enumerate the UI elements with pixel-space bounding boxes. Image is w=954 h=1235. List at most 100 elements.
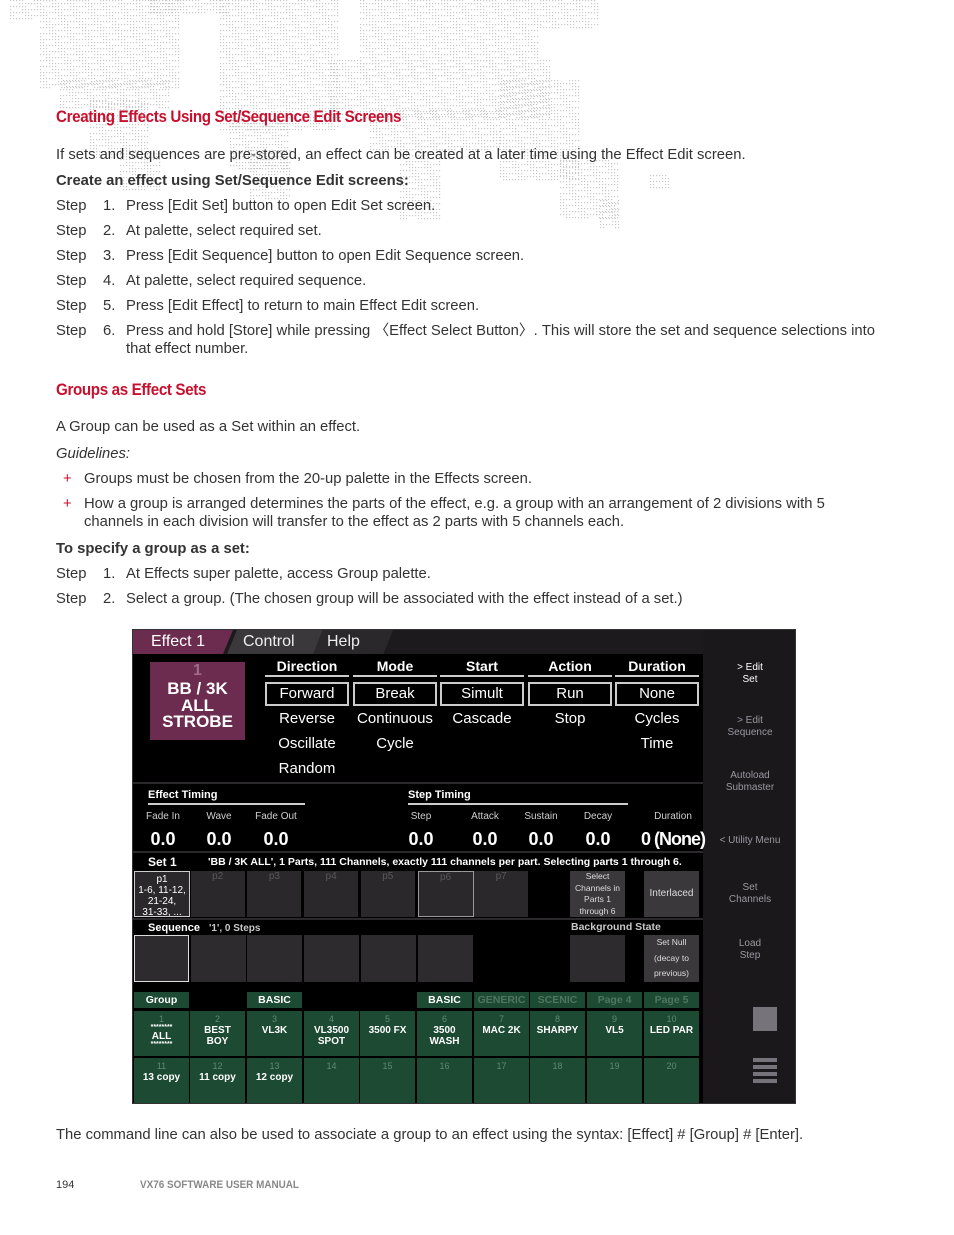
list-view-icon[interactable] [753, 1058, 777, 1086]
palette-tab[interactable]: Page 5 [644, 992, 699, 1008]
tab-control[interactable]: Control [227, 630, 327, 654]
sequence-step-cell[interactable] [417, 935, 473, 982]
menu-item[interactable]: Load Step [703, 938, 795, 962]
single-view-icon[interactable] [753, 1007, 777, 1031]
divider [133, 918, 703, 920]
group-number: 19 [609, 1061, 620, 1071]
menu-item[interactable]: Autoload Submaster [703, 770, 795, 794]
menu-item[interactable]: > Edit Set [703, 662, 795, 686]
option-item[interactable]: Continuous [353, 706, 437, 731]
group-name-line2: WASH [429, 1036, 460, 1047]
option-item[interactable]: Reverse [265, 706, 349, 731]
sequence-step-cell[interactable] [360, 935, 416, 982]
part-name: p3 [268, 871, 280, 882]
group-cell[interactable]: 2 BEST BOY [190, 1011, 245, 1056]
palette-tab[interactable]: BASIC [417, 992, 472, 1008]
set-part-cell[interactable]: p3 [247, 871, 304, 917]
set-part-cell[interactable]: p7 [474, 871, 531, 917]
menu-item[interactable]: < Utility Menu [703, 835, 795, 847]
background-state-cell[interactable] [570, 935, 625, 982]
selected-option[interactable]: None [615, 682, 699, 706]
option-item[interactable]: Cascade [440, 706, 524, 731]
step-label: Step [56, 273, 87, 289]
interlaced-button[interactable]: Interlaced [644, 871, 699, 917]
option-item[interactable]: Stop [528, 706, 612, 731]
group-cell[interactable]: 19 [587, 1058, 642, 1103]
set-part-cell[interactable]: p6 [417, 871, 474, 917]
option-item[interactable]: Cycle [353, 731, 437, 756]
step-item: Step 1. At Effects super palette, access G… [56, 565, 886, 583]
column-header: Mode [353, 658, 437, 677]
tab-help[interactable]: Help [313, 630, 393, 654]
step-timing-value[interactable]: 0 (None) [641, 829, 706, 850]
step-number: 4. [103, 273, 116, 289]
group-cell[interactable]: 14 [304, 1058, 359, 1103]
group-cell[interactable]: 1 ******** ALL ******** [134, 1011, 189, 1056]
sequence-step-cell[interactable] [247, 935, 303, 982]
option-item[interactable]: Random [265, 756, 349, 781]
effect-timing-value[interactable]: 0.0 [246, 829, 306, 850]
effect-timing-value[interactable]: 0.0 [133, 829, 193, 850]
group-cell[interactable]: 11 13 copy [134, 1058, 189, 1103]
step-timing-value[interactable]: 0.0 [455, 829, 515, 850]
step-timing-value[interactable]: 0.0 [511, 829, 571, 850]
effect-timing-label: Fade In [146, 811, 180, 822]
selected-option[interactable]: Break [353, 682, 437, 706]
group-cell[interactable]: 3 VL3K [247, 1011, 302, 1056]
effect-timing-value[interactable]: 0.0 [189, 829, 249, 850]
set-part-cell[interactable]: p4 [304, 871, 361, 917]
group-cell[interactable]: 13 12 copy [247, 1058, 302, 1103]
palette-tab[interactable]: Group [134, 992, 189, 1008]
group-cell[interactable]: 10 LED PAR [644, 1011, 699, 1056]
menu-item[interactable]: Set Channels [703, 882, 795, 906]
palette-tab[interactable]: BASIC [247, 992, 302, 1008]
guideline-bullet: + Groups must be chosen from the 20-up pa… [56, 470, 886, 488]
group-cell[interactable]: 5 3500 FX [360, 1011, 415, 1056]
group-cell[interactable]: 15 [360, 1058, 415, 1103]
group-cell[interactable]: 7 MAC 2K [474, 1011, 529, 1056]
step-text: Press and hold [Store] while pressing 〈E… [126, 323, 876, 357]
group-number: 2 [214, 1014, 220, 1024]
select-channels-button[interactable]: Select Channels in Parts 1 through 6 [570, 871, 625, 917]
set-part-cell[interactable]: p5 [360, 871, 417, 917]
palette-tab[interactable]: GENERIC [474, 992, 529, 1008]
option-item[interactable]: Time [615, 731, 699, 756]
part-channels: 21-24, [147, 896, 177, 907]
column-header: Action [528, 658, 612, 677]
palette-tab[interactable]: SCENIC [530, 992, 585, 1008]
set-part-cell[interactable]: p1 1-6, 11-12, 21-24, 31-33, ... [134, 871, 190, 918]
effect-badge[interactable]: 1 BB / 3K ALL STROBE [150, 662, 245, 740]
sequence-step-cell[interactable] [190, 935, 246, 982]
menu-item[interactable]: > Edit Sequence [703, 715, 795, 739]
option-item[interactable]: Oscillate [265, 731, 349, 756]
group-cell[interactable]: 8 SHARPY [530, 1011, 585, 1056]
group-cell[interactable]: 9 VL5 [587, 1011, 642, 1056]
group-cell[interactable]: 12 11 copy [190, 1058, 245, 1103]
palette-tab[interactable]: Page 4 [587, 992, 642, 1008]
selected-option[interactable]: Simult [440, 682, 524, 706]
tab-effect-1[interactable]: Effect 1 [133, 630, 233, 654]
set-row: Set 1 'BB / 3K ALL', 1 Parts, 111 Channe… [133, 855, 703, 871]
group-number: 5 [384, 1014, 390, 1024]
plus-bullet-icon: + [63, 496, 72, 512]
group-cell[interactable]: 4 VL3500 SPOT [304, 1011, 359, 1056]
part-name: p2 [212, 871, 224, 882]
step-timing-value[interactable]: 0.0 [391, 829, 451, 850]
group-cell[interactable]: 17 [474, 1058, 529, 1103]
sequence-step-cell[interactable] [304, 935, 360, 982]
button-text: (decay to [654, 952, 689, 963]
option-item[interactable]: Cycles [615, 706, 699, 731]
group-cell[interactable]: 16 [417, 1058, 472, 1103]
group-name-line1: 11 copy [199, 1072, 236, 1083]
step-text: Select a group. (The chosen group will b… [126, 591, 683, 607]
selected-option[interactable]: Run [528, 682, 612, 706]
selected-option[interactable]: Forward [265, 682, 349, 706]
group-cell[interactable]: 18 [530, 1058, 585, 1103]
step-timing-value[interactable]: 0.0 [568, 829, 628, 850]
set-part-cell[interactable]: p2 [190, 871, 247, 917]
group-cell[interactable]: 6 3500 WASH [417, 1011, 472, 1056]
group-cell[interactable]: 20 [644, 1058, 699, 1103]
set-null-button[interactable]: Set Null (decay to previous) [644, 935, 699, 982]
group-number: 11 [156, 1061, 167, 1071]
sequence-step-cell[interactable] [134, 935, 189, 982]
